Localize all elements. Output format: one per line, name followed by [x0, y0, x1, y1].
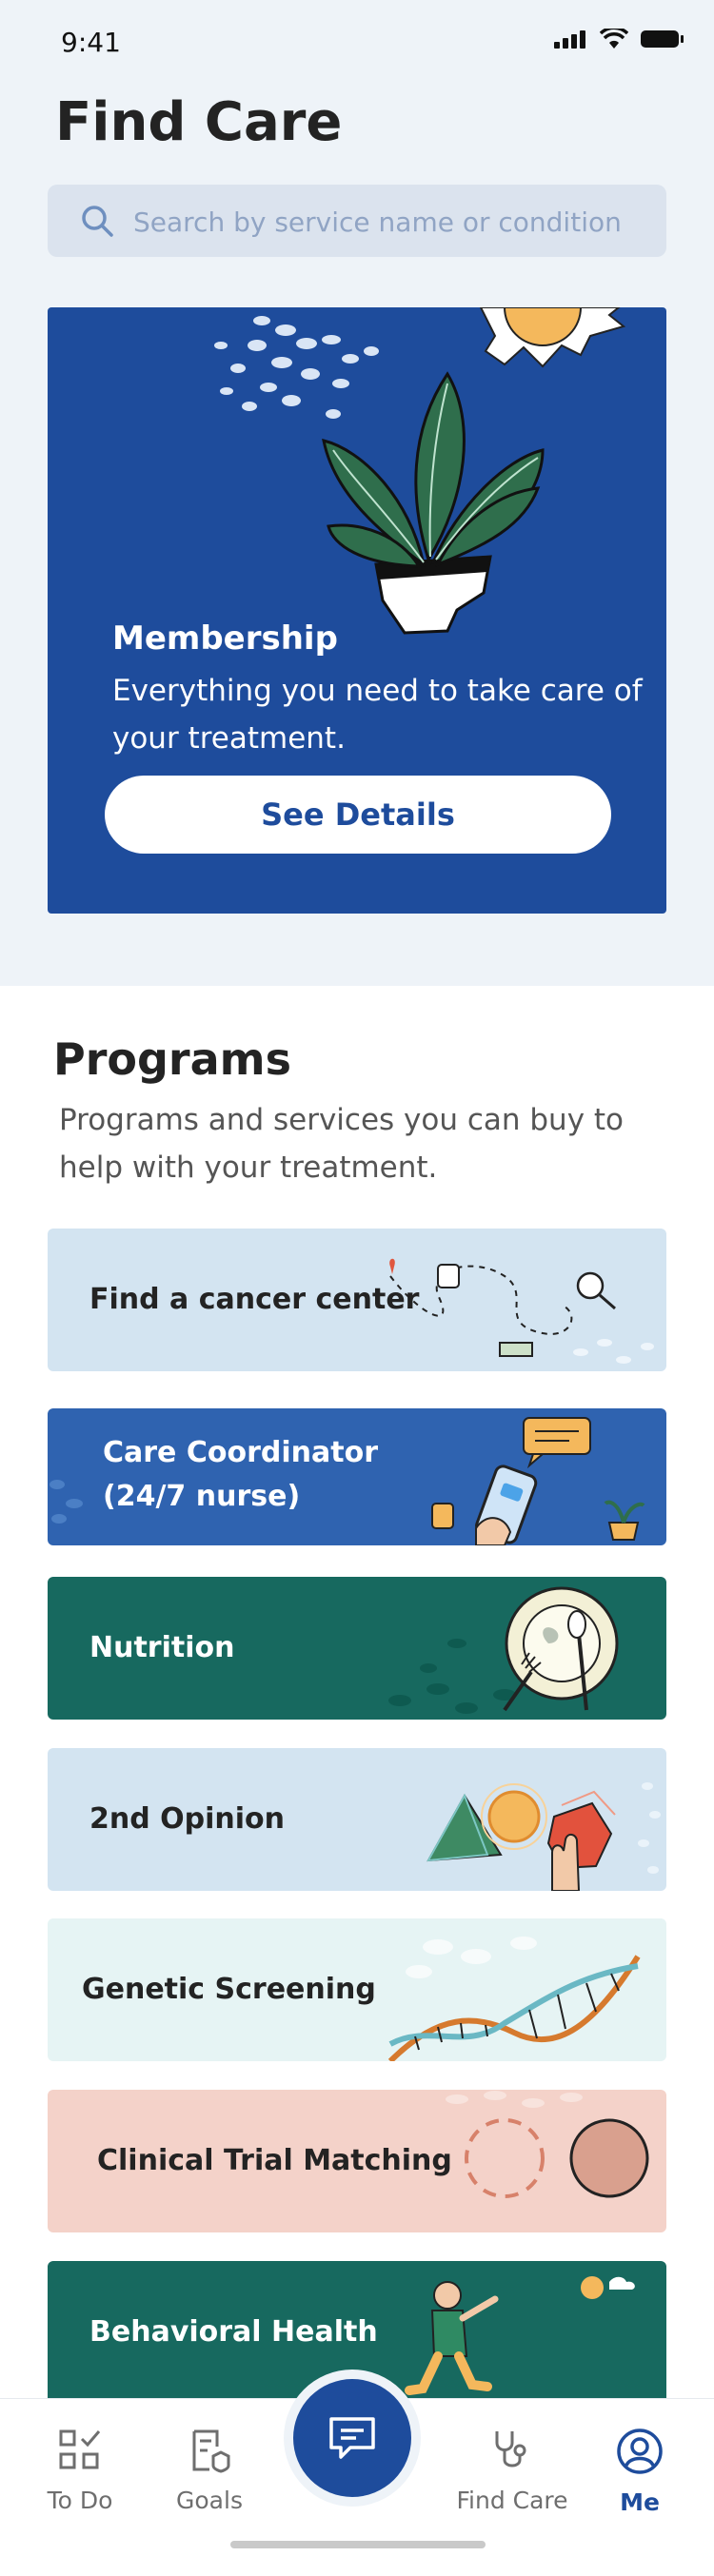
program-card-care-coordinator[interactable]: Care Coordinator (24/7 nurse) [48, 1408, 666, 1545]
search-bar[interactable] [48, 185, 666, 259]
map-route-illustration [389, 1258, 654, 1364]
nav-label: To Do [47, 2487, 113, 2514]
phone-chat-illustration [431, 1417, 645, 1545]
search-input[interactable] [131, 185, 649, 259]
plate-illustration [388, 1586, 619, 1714]
program-card-2nd-opinion[interactable]: 2nd Opinion [48, 1748, 666, 1891]
plant-illustration [214, 307, 626, 635]
nav-item-me[interactable]: Me [583, 2428, 697, 2516]
signal-icon [554, 30, 585, 49]
program-card-nutrition[interactable]: Nutrition [48, 1577, 666, 1720]
program-card-genetic-screening[interactable]: Genetic Screening [48, 1918, 666, 2061]
program-card-label: Genetic Screening [82, 1973, 376, 2006]
nav-label: Me [620, 2488, 660, 2516]
program-card-label: Find a cancer center [89, 1283, 420, 1316]
decoration-dots [50, 1480, 83, 1524]
nav-item-todo[interactable]: To Do [23, 2428, 137, 2514]
membership-description: Everything you need to take care of your… [112, 674, 643, 756]
programs-title: Programs [53, 1033, 291, 1085]
status-bar: 9:41 [0, 0, 714, 86]
nav-item-goals[interactable]: Goals [152, 2428, 267, 2514]
program-card-label: Clinical Trial Matching [97, 2144, 452, 2177]
membership-card[interactable]: Membership Everything you need to take c… [48, 307, 666, 914]
goals-icon [192, 2429, 230, 2473]
nav-item-find-care[interactable]: Find Care [455, 2428, 569, 2514]
user-icon [617, 2429, 663, 2474]
wifi-icon [600, 29, 628, 49]
stethoscope-icon [495, 2431, 526, 2468]
program-card-label: 2nd Opinion [89, 1802, 286, 1836]
todo-icon [59, 2429, 101, 2469]
membership-title: Membership [112, 619, 338, 658]
see-details-button[interactable]: See Details [105, 776, 611, 854]
chat-icon [329, 2417, 375, 2459]
program-card-label: Nutrition [89, 1631, 235, 1664]
battery-icon [641, 30, 684, 48]
status-time: 9:41 [61, 27, 121, 58]
chat-button[interactable] [293, 2379, 411, 2497]
search-icon [82, 206, 113, 237]
home-indicator [230, 2541, 486, 2548]
circles-illustration [446, 2091, 649, 2198]
dna-illustration [387, 1937, 641, 2061]
program-card-find-cancer-center[interactable]: Find a cancer center [48, 1229, 666, 1371]
program-card-label: Behavioral Health [89, 2315, 378, 2349]
walking-person-illustration [405, 2276, 635, 2395]
nav-label: Find Care [456, 2487, 568, 2514]
program-card-clinical-trial-matching[interactable]: Clinical Trial Matching [48, 2090, 666, 2232]
page-title: Find Care [55, 91, 343, 153]
status-icons [554, 29, 685, 49]
dice-illustration [426, 1782, 661, 1891]
programs-description: Programs and services you can buy to hel… [59, 1103, 625, 1185]
program-card-label: Care Coordinator (24/7 nurse) [103, 1436, 378, 1513]
nav-label: Goals [176, 2487, 243, 2514]
